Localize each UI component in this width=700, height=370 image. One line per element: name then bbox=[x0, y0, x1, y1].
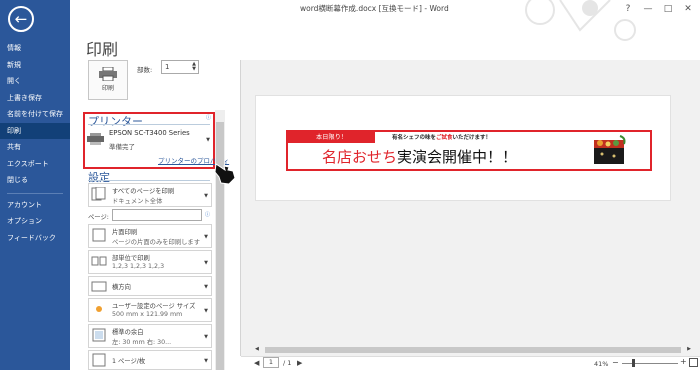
headline-black: 実演会開催中！！ bbox=[397, 148, 518, 166]
zoom-level: 41% bbox=[594, 360, 609, 368]
chevron-down-icon: ▼ bbox=[204, 334, 208, 340]
chevron-down-icon: ▼ bbox=[204, 260, 208, 266]
spinner-arrows-icon[interactable]: ▲ ▼ bbox=[192, 62, 196, 72]
page-size-dropdown[interactable]: ユーザー設定のページ サイズ 500 mm x 121.99 mm ▼ bbox=[88, 298, 212, 322]
nav-item[interactable]: 上書き保存 bbox=[0, 90, 70, 107]
nav-item[interactable]: 新規 bbox=[0, 57, 70, 74]
zoom-in-icon[interactable]: + bbox=[680, 357, 687, 366]
divider bbox=[88, 180, 210, 181]
zoom-slider-thumb[interactable] bbox=[632, 359, 635, 367]
current-page-input[interactable]: 1 bbox=[263, 357, 279, 368]
setting-line2: 左: 30 mm 右: 30... bbox=[112, 339, 172, 346]
setting-line2: 1,2,3 1,2,3 1,2,3 bbox=[112, 263, 165, 270]
fit-to-page-icon[interactable] bbox=[689, 358, 698, 367]
banner-preview: 本日限り！ 有名シェフの味をご試食いただけます！ 名店おせち実演会開催中！！ bbox=[286, 130, 652, 171]
setting-line2: ページの片面のみを印刷します bbox=[112, 239, 201, 246]
margins-icon bbox=[92, 328, 106, 342]
subline-text-end: いただけます！ bbox=[452, 135, 492, 141]
nav-item[interactable]: フィードバック bbox=[0, 230, 70, 247]
print-range-dropdown[interactable]: すべてのページを印刷 ドキュメント全体 ▼ bbox=[88, 183, 212, 207]
nav-item[interactable]: 開く bbox=[0, 73, 70, 90]
scroll-left-icon[interactable]: ◀ bbox=[255, 346, 259, 352]
chevron-down-icon: ▼ bbox=[206, 137, 210, 143]
sides-dropdown[interactable]: 片面印刷 ページの片面のみを印刷します ▼ bbox=[88, 224, 212, 248]
nav-item[interactable]: 印刷 bbox=[0, 122, 70, 139]
nav-item[interactable]: アカウント bbox=[0, 197, 70, 214]
zoom-out-icon[interactable]: − bbox=[612, 358, 619, 367]
subline-highlight: ご試食 bbox=[436, 135, 453, 141]
margins-dropdown[interactable]: 標準の余白 左: 30 mm 右: 30... ▼ bbox=[88, 324, 212, 348]
page-size-icon bbox=[96, 306, 102, 312]
print-button[interactable]: 印刷 bbox=[88, 60, 128, 100]
printer-name: EPSON SC-T3400 Series bbox=[109, 129, 190, 137]
setting-line1: 横方向 bbox=[112, 284, 131, 291]
nav-item[interactable]: エクスポート bbox=[0, 156, 70, 173]
scrollbar-thumb[interactable] bbox=[265, 347, 681, 353]
nav-item[interactable]: 名前を付けて保存 bbox=[0, 106, 70, 123]
chevron-down-icon: ▼ bbox=[204, 193, 208, 199]
printer-icon bbox=[99, 67, 117, 81]
nav-item[interactable]: 閉じる bbox=[0, 172, 70, 189]
minimize-icon[interactable]: — bbox=[640, 2, 656, 16]
scroll-right-icon[interactable]: ▶ bbox=[687, 346, 691, 352]
setting-line1: 片面印刷 bbox=[112, 229, 138, 236]
decorative-pattern-icon bbox=[525, 0, 636, 41]
copies-stepper[interactable]: 1 ▲ ▼ bbox=[161, 60, 199, 74]
collate-dropdown[interactable]: 部単位で印刷 1,2,3 1,2,3 1,2,3 ▼ bbox=[88, 250, 212, 274]
banner-tag: 本日限り！ bbox=[288, 132, 375, 143]
chevron-down-icon: ▼ bbox=[204, 284, 208, 290]
pages-label: ページ: bbox=[88, 214, 109, 221]
landscape-icon bbox=[91, 281, 107, 292]
all-pages-icon bbox=[91, 187, 106, 201]
printer-device-icon bbox=[87, 133, 104, 145]
restore-icon[interactable]: □ bbox=[660, 2, 676, 16]
setting-line1: ユーザー設定のページ サイズ bbox=[112, 303, 196, 310]
setting-line1: 1 ページ/枚 bbox=[112, 358, 146, 365]
backstage-nav: ← 情報 新規 開く 上書き保存 名前を付けて保存 印刷 共有 エクスポート 閉じるアカウントオ… bbox=[0, 0, 70, 370]
setting-line1: 部単位で印刷 bbox=[112, 255, 150, 262]
copies-label: 部数: bbox=[137, 66, 153, 74]
page-title: 印刷 bbox=[86, 40, 119, 59]
settings-scrollbar[interactable] bbox=[215, 110, 225, 370]
headline-red: 名店おせち bbox=[322, 148, 398, 166]
zoom-slider[interactable] bbox=[622, 363, 678, 364]
setting-line2: ドキュメント全体 bbox=[112, 198, 163, 205]
nav-item[interactable]: 情報 bbox=[0, 40, 70, 57]
one-sided-icon bbox=[92, 228, 106, 242]
pages-per-sheet-dropdown[interactable]: 1 ページ/枚 ▼ bbox=[88, 350, 212, 370]
hand-pointer-icon bbox=[214, 163, 236, 185]
setting-line1: すべてのページを印刷 bbox=[112, 188, 175, 195]
collate-icon bbox=[91, 256, 107, 266]
chevron-down-icon: ▼ bbox=[204, 358, 208, 364]
nav-list: 情報 新規 開く 上書き保存 名前を付けて保存 印刷 共有 エクスポート 閉じるアカウント オプシ… bbox=[0, 40, 70, 246]
nav-item[interactable]: オプション bbox=[0, 213, 70, 230]
printer-dropdown[interactable]: EPSON SC-T3400 Series 準備完了 ▼ bbox=[85, 127, 213, 154]
window-title: word横断幕作成.docx [互換モード] - Word bbox=[300, 4, 449, 13]
banner-subline: 有名シェフの味をご試食いただけます！ bbox=[392, 133, 491, 141]
subline-text: 有名シェフの味を bbox=[392, 135, 437, 141]
preview-horizontal-scrollbar[interactable]: ◀ ▶ bbox=[255, 346, 691, 354]
chevron-down-icon: ▼ bbox=[204, 234, 208, 240]
nav-separator bbox=[0, 189, 70, 197]
chevron-down-icon: ▼ bbox=[204, 308, 208, 314]
setting-line1: 標準の余白 bbox=[112, 329, 144, 336]
next-page-icon[interactable]: ▶ bbox=[297, 359, 302, 367]
copies-value: 1 bbox=[165, 63, 170, 71]
setting-line2: 500 mm x 121.99 mm bbox=[112, 311, 183, 318]
info-icon[interactable]: ⓘ bbox=[205, 211, 210, 218]
pages-per-sheet-icon bbox=[92, 353, 106, 367]
orientation-dropdown[interactable]: 横方向 ▼ bbox=[88, 276, 212, 296]
close-icon[interactable]: ✕ bbox=[680, 2, 696, 16]
total-pages: / 1 bbox=[283, 359, 292, 367]
pages-input[interactable] bbox=[112, 209, 202, 221]
nav-item[interactable]: 共有 bbox=[0, 139, 70, 156]
osechi-box-image-icon bbox=[594, 135, 626, 164]
printer-status: 準備完了 bbox=[109, 143, 135, 151]
previous-page-icon[interactable]: ◀ bbox=[254, 359, 259, 367]
print-button-label: 印刷 bbox=[101, 85, 114, 92]
banner-headline: 名店おせち実演会開催中！！ bbox=[322, 146, 517, 167]
back-arrow-icon[interactable]: ← bbox=[8, 6, 34, 32]
